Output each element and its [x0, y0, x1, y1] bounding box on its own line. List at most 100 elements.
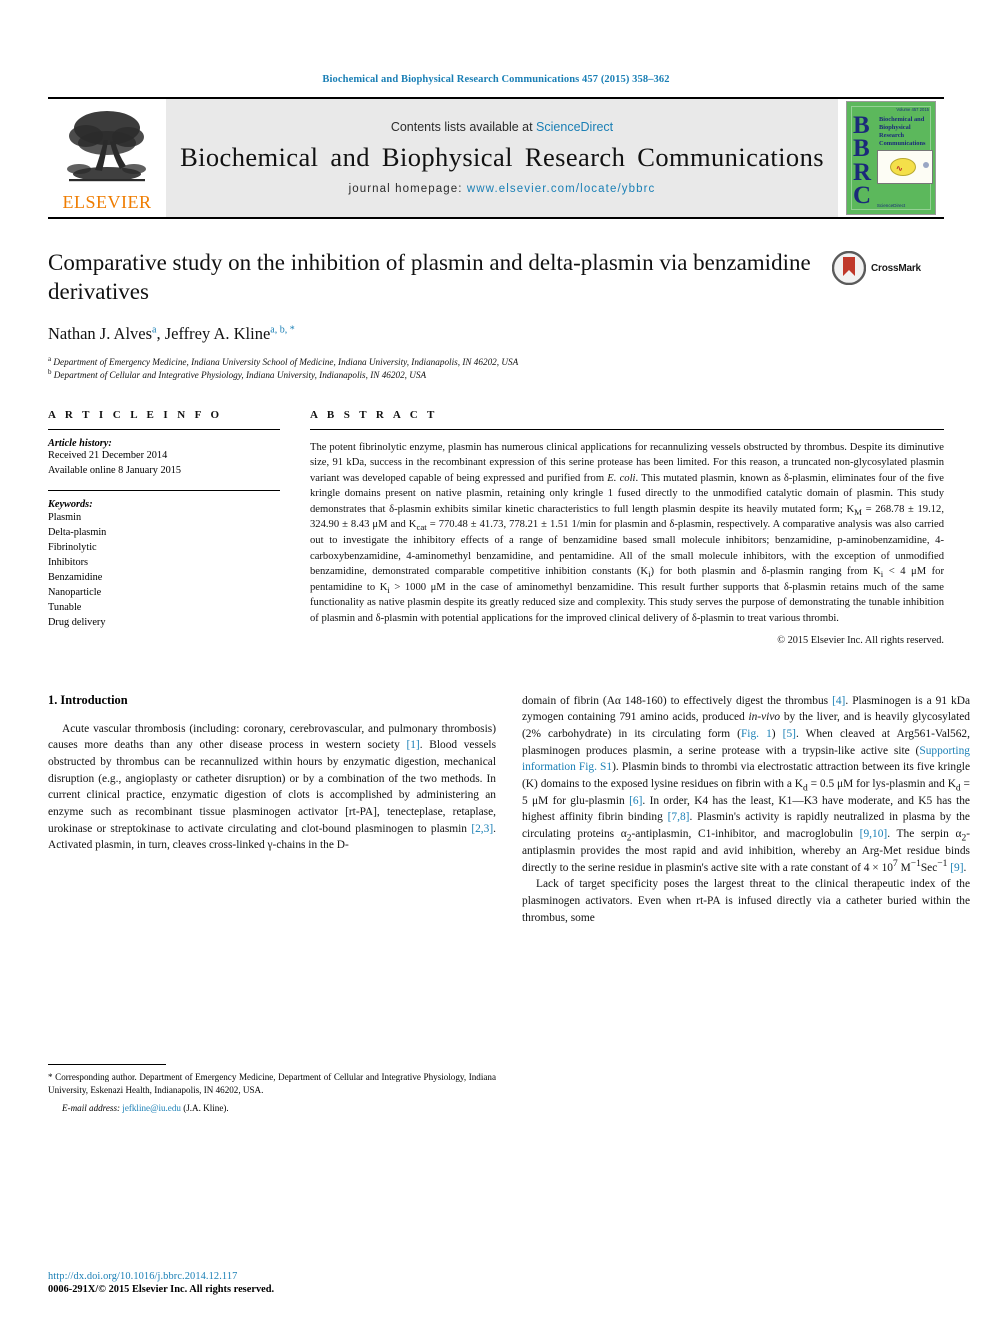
keyword-item: Drug delivery [48, 616, 106, 628]
cover-artwork: ∿ [877, 150, 933, 184]
author-2-affiliation-mark: a, b, * [270, 324, 295, 336]
exponent-minus-1-b: −1 [937, 858, 948, 869]
article-received-date: Received 21 December 2014 [48, 449, 168, 461]
journal-masthead: ELSEVIER Contents lists available at Sci… [48, 97, 944, 219]
cover-top-text: Volume 457 2015 [896, 107, 929, 112]
article-info-rule-middle [48, 490, 280, 492]
author-list: Nathan J. Alvesa, Jeffrey A. Klinea, b, … [48, 323, 295, 343]
elsevier-wordmark: ELSEVIER [62, 192, 152, 212]
intro-right-seg-4: ) [771, 727, 783, 740]
keyword-item: Plasmin [48, 512, 82, 524]
journal-cover-thumbnail: Volume 457 2015 BBRC Biochemical and Bio… [838, 99, 944, 217]
citation-ref-6[interactable]: [6] [629, 795, 642, 807]
abstract-seg-5: ) for both plasmin and δ-plasmin ranging… [650, 566, 881, 578]
body-column-right: domain of fibrin (Aα 148-160) to effecti… [522, 693, 970, 1113]
footnote-divider [48, 1063, 166, 1065]
abstract-body: The potent fibrinolytic enzyme, plasmin … [310, 440, 944, 649]
author-1-affiliation-mark: a [152, 324, 157, 336]
contents-available-line: Contents lists available at ScienceDirec… [391, 120, 613, 134]
body-columns: 1. Introduction Acute vascular thrombosi… [48, 693, 970, 1113]
masthead-center: Contents lists available at ScienceDirec… [166, 99, 838, 217]
article-history-label: Article history: [48, 437, 112, 449]
affiliation-b: b Department of Cellular and Integrative… [48, 369, 824, 382]
article-info-rule-top [48, 428, 280, 430]
footnote-area: * Corresponding author. Department of Em… [48, 1063, 496, 1113]
journal-homepage-line: journal homepage: www.elsevier.com/locat… [349, 183, 656, 195]
cover-bbrc-letters: BBRC [853, 112, 872, 209]
citation-ref-1[interactable]: [1] [406, 739, 419, 751]
crossmark-label: CrossMark [871, 262, 921, 274]
cover-journal-name: Biochemical and Biophysical Research Com… [879, 116, 926, 147]
abstract-seg-7: > 1000 μM in the case of aminomethyl ben… [310, 581, 944, 624]
keyword-item: Nanoparticle [48, 587, 102, 599]
sciencedirect-link[interactable]: ScienceDirect [536, 120, 613, 134]
affiliation-a: a Department of Emergency Medicine, Indi… [48, 354, 824, 369]
intro-left-seg-2: . Blood vessels obstructed by thrombus c… [48, 739, 496, 835]
keyword-item: Tunable [48, 602, 82, 613]
figure-1-link[interactable]: Fig. 1 [741, 728, 772, 740]
abstract-ecoli: E. coli [607, 472, 636, 484]
contents-prefix: Contents lists available at [390, 119, 537, 134]
cover-bottom-text: ScienceDirect [876, 203, 906, 208]
citation-ref-7-8[interactable]: [7,8] [668, 811, 690, 823]
kcat-subscript: cat [416, 522, 427, 533]
footer-doi-block: http://dx.doi.org/10.1016/j.bbrc.2014.12… [48, 1271, 496, 1295]
citation-ref-4[interactable]: [4] [832, 695, 845, 707]
citation-ref-5[interactable]: [5] [783, 728, 796, 740]
citation-ref-2-3[interactable]: [2,3] [471, 823, 493, 835]
affiliation-a-text: Department of Emergency Medicine, Indian… [53, 356, 519, 367]
author-name-2: Jeffrey A. Kline [164, 323, 271, 343]
article-info-column: A R T I C L E I N F O Article history: R… [48, 409, 280, 649]
intro-right-seg-12: . The serpin α [887, 828, 962, 841]
abstract-column: A B S T R A C T The potent fibrinolytic … [310, 409, 944, 649]
cover-squiggle: ∿ [896, 164, 903, 173]
abstract-heading: A B S T R A C T [310, 408, 438, 421]
exponent-minus-1-a: −1 [910, 858, 921, 869]
keyword-item: Delta-plasmin [48, 527, 107, 539]
title-block: CrossMark Comparative study on the inhib… [48, 249, 944, 383]
affiliation-list: a Department of Emergency Medicine, Indi… [48, 354, 824, 383]
introduction-paragraph-right-2: Lack of target specificity poses the lar… [522, 878, 970, 924]
journal-article-page: Biochemical and Biophysical Research Com… [0, 0, 992, 1323]
page-title: Comparative study on the inhibition of p… [48, 250, 811, 304]
crossmark-icon [832, 251, 866, 285]
email-label: E-mail address: [62, 1102, 121, 1113]
intro-right-seg-11: -antiplasmin, C1-inhibitor, and macroglo… [631, 828, 860, 841]
introduction-heading: 1. Introduction [48, 692, 128, 707]
cover-cell-shape [890, 158, 916, 176]
introduction-paragraph-left: Acute vascular thrombosis (including: co… [48, 721, 496, 855]
homepage-prefix: journal homepage: [348, 182, 467, 195]
article-info-heading: A R T I C L E I N F O [48, 408, 223, 421]
elsevier-tree-icon [67, 111, 146, 182]
intro-right-seg-1: domain of fibrin (Aα 148-160) to effecti… [522, 694, 833, 707]
running-head: Biochemical and Biophysical Research Com… [322, 74, 670, 85]
km-subscript: M [854, 506, 862, 517]
citation-ref-9-10[interactable]: [9,10] [860, 828, 888, 840]
keyword-item: Fibrinolytic [48, 542, 97, 554]
email-suffix: (J.A. Kline). [183, 1102, 229, 1113]
body-column-left: 1. Introduction Acute vascular thrombosi… [48, 693, 496, 1113]
abstract-rule-top [310, 428, 944, 430]
affiliation-a-mark: a [48, 354, 52, 363]
affiliation-b-mark: b [48, 368, 52, 377]
abstract-paragraph: The potent fibrinolytic enzyme, plasmin … [310, 440, 944, 627]
article-available-online-date: Available online 8 January 2015 [48, 464, 182, 476]
journal-homepage-link[interactable]: www.elsevier.com/locate/ybbrc [467, 183, 656, 195]
in-vivo-italic: in-vivo [748, 711, 781, 724]
crossmark-badge[interactable]: CrossMark [832, 251, 944, 285]
intro-right-seg-17: . [963, 861, 967, 874]
keyword-item: Benzamidine [48, 572, 103, 584]
cover-dot [923, 162, 929, 168]
keywords-list: Plasmin Delta-plasmin Fibrinolytic Inhib… [48, 511, 280, 630]
elsevier-logo: ELSEVIER [48, 99, 166, 217]
doi-link[interactable]: http://dx.doi.org/10.1016/j.bbrc.2014.12… [48, 1271, 496, 1282]
citation-ref-9[interactable]: [9] [950, 862, 963, 874]
author-name-1: Nathan J. Alves [48, 323, 153, 343]
email-note: E-mail address: jefkline@iu.edu (J.A. Kl… [48, 1103, 496, 1113]
journal-title: Biochemical and Biophysical Research Com… [180, 141, 824, 172]
keywords-label: Keywords: [48, 499, 93, 511]
intro-right-seg-7: = 0.5 μM for lys-plasmin and K [807, 778, 956, 791]
keyword-item: Inhibitors [48, 557, 89, 569]
affiliation-b-text: Department of Cellular and Integrative P… [53, 370, 427, 381]
email-link[interactable]: jefkline@iu.edu [122, 1103, 181, 1113]
